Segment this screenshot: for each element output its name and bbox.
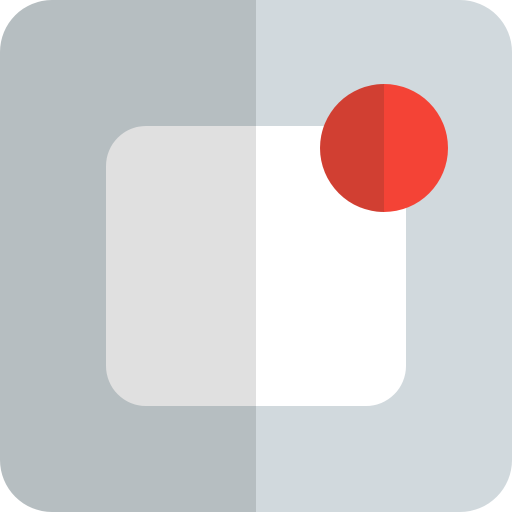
- notification-dot: [320, 84, 448, 212]
- notification-badge-icon: [0, 0, 512, 512]
- icon-canvas: [0, 0, 512, 512]
- inner-card-left-half: [106, 126, 256, 406]
